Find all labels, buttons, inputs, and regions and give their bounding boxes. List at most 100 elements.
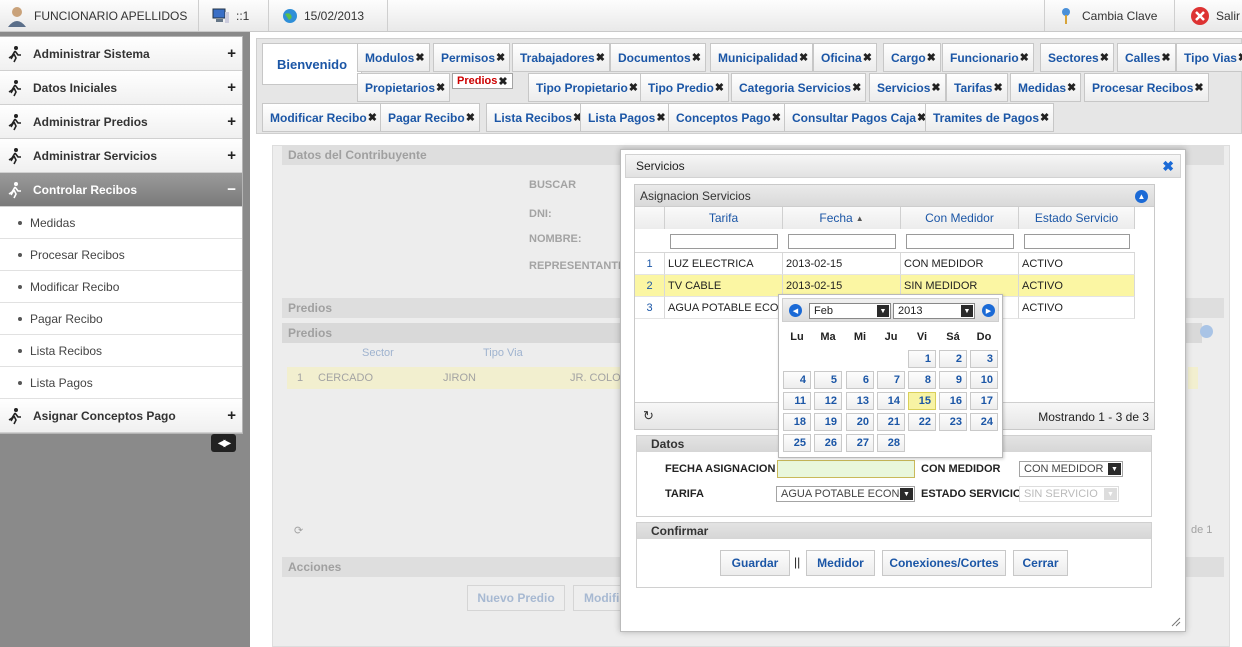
tab-lista-pagos[interactable]: Lista Pagos ✖ (580, 103, 671, 132)
tab-cargo[interactable]: Cargo ✖ (883, 43, 941, 72)
calendar-day[interactable]: 26 (814, 434, 842, 452)
col-medidor[interactable]: Con Medidor (901, 207, 1019, 229)
tab-medidas[interactable]: Medidas ✖ (1010, 73, 1082, 102)
tab-propietarios[interactable]: Propietarios ✖ (357, 73, 451, 102)
tab-categoria-servicios[interactable]: Categoria Servicios ✖ (731, 73, 867, 102)
close-tab-icon[interactable]: ✖ (715, 81, 724, 94)
close-tab-icon[interactable]: ✖ (629, 81, 638, 94)
close-tab-icon[interactable]: ✖ (692, 51, 701, 64)
tab-tipo-predio[interactable]: Tipo Predio ✖ (640, 73, 730, 102)
calendar-day[interactable]: 6 (846, 371, 874, 389)
calendar-day[interactable]: 1 (908, 350, 936, 368)
filter-fecha-input[interactable] (788, 234, 896, 249)
tab-modulos[interactable]: Modulos ✖ (357, 43, 430, 72)
close-tab-icon[interactable]: ✖ (852, 81, 861, 94)
table-row[interactable]: 1 LUZ ELECTRICA 2013-02-15 CON MEDIDOR ACTIV… (635, 253, 1135, 275)
tab-trabajadores[interactable]: Trabajadores ✖ (512, 43, 610, 72)
close-tab-icon[interactable]: ✖ (1040, 111, 1049, 124)
close-tab-icon[interactable]: ✖ (436, 81, 445, 94)
close-tab-icon[interactable]: ✖ (993, 81, 1002, 94)
close-tab-icon[interactable]: ✖ (1161, 51, 1170, 64)
prev-month-icon[interactable]: ◀ (789, 304, 802, 317)
close-tab-icon[interactable]: ✖ (466, 111, 475, 124)
calendar-day[interactable]: 17 (970, 392, 998, 410)
fecha-asignacion-input[interactable] (777, 460, 915, 478)
tab-consultar-pagos-caja[interactable]: Consultar Pagos Caja ✖ (784, 103, 932, 132)
tab-predios[interactable]: Predios ✖ (452, 73, 513, 89)
con-medidor-select[interactable]: CON MEDIDOR ▼ (1019, 461, 1123, 477)
modificar-button[interactable]: Modifi (573, 585, 621, 611)
calendar-day[interactable]: 22 (908, 413, 936, 431)
calendar-day[interactable]: 3 (970, 350, 998, 368)
tab-bienvenido[interactable]: Bienvenido (262, 43, 363, 85)
calendar-day[interactable]: 16 (939, 392, 967, 410)
calendar-day[interactable]: 7 (877, 371, 905, 389)
calendar-day[interactable]: 19 (814, 413, 842, 431)
menu-controlar-recibos[interactable]: Controlar Recibos − (0, 173, 242, 207)
sidebar-item-pagar-recibo[interactable]: Pagar Recibo (0, 303, 242, 335)
dialog-titlebar[interactable]: Servicios ✖ (625, 154, 1181, 178)
tab-documentos[interactable]: Documentos ✖ (610, 43, 706, 72)
tab-conceptos-pago[interactable]: Conceptos Pago ✖ (668, 103, 786, 132)
calendar-day[interactable]: 10 (970, 371, 998, 389)
sidebar-item-modificar-recibo[interactable]: Modificar Recibo (0, 271, 242, 303)
tab-lista-recibos[interactable]: Lista Recibos ✖ (486, 103, 588, 132)
tab-municipalidad[interactable]: Municipalidad ✖ (710, 43, 814, 72)
sidebar-item-medidas[interactable]: Medidas (0, 207, 242, 239)
calendar-day[interactable]: 23 (939, 413, 967, 431)
conexiones-cortes-button[interactable]: Conexiones/Cortes (882, 550, 1006, 576)
close-tab-icon[interactable]: ✖ (931, 81, 940, 94)
calendar-day[interactable]: 27 (846, 434, 874, 452)
tab-modificar-recibo[interactable]: Modificar Recibo ✖ (262, 103, 382, 132)
filter-tarifa-input[interactable] (670, 234, 778, 249)
close-tab-icon[interactable]: ✖ (1020, 51, 1029, 64)
calendar-day[interactable]: 12 (814, 392, 842, 410)
tab-permisos[interactable]: Permisos ✖ (433, 43, 511, 72)
tab-funcionario[interactable]: Funcionario ✖ (942, 43, 1034, 72)
close-tab-icon[interactable]: ✖ (772, 111, 781, 124)
resize-handle-icon[interactable] (1171, 617, 1181, 627)
close-tab-icon[interactable]: ✖ (799, 51, 808, 64)
sidebar-item-lista-pagos[interactable]: Lista Pagos (0, 367, 242, 399)
refresh-icon[interactable]: ↻ (643, 408, 654, 424)
calendar-day[interactable]: 13 (846, 392, 874, 410)
sidebar-item-procesar-recibos[interactable]: Procesar Recibos (0, 239, 242, 271)
calendar-day[interactable]: 21 (877, 413, 905, 431)
nuevo-predio-button[interactable]: Nuevo Predio (467, 585, 565, 611)
year-select[interactable]: 2013 ▼ (893, 303, 975, 319)
exit-link[interactable]: Salir (1190, 0, 1240, 31)
cerrar-button[interactable]: Cerrar (1013, 550, 1068, 576)
calendar-day[interactable]: 25 (783, 434, 811, 452)
tarifa-select[interactable]: AGUA POTABLE ECONO ▼ (776, 486, 915, 502)
sidebar-toggle-button[interactable]: ◀▶ (211, 434, 236, 452)
col-tarifa[interactable]: Tarifa (665, 207, 783, 229)
close-tab-icon[interactable]: ✖ (496, 51, 505, 64)
tab-oficina[interactable]: Oficina ✖ (813, 43, 877, 72)
tab-tipo-propietario[interactable]: Tipo Propietario ✖ (528, 73, 644, 102)
calendar-day[interactable]: 24 (970, 413, 998, 431)
close-tab-icon[interactable]: ✖ (498, 75, 507, 88)
calendar-day[interactable]: 9 (939, 371, 967, 389)
tab-pagar-recibo[interactable]: Pagar Recibo ✖ (380, 103, 480, 132)
calendar-day[interactable]: 18 (783, 413, 811, 431)
calendar-day[interactable]: 15 (908, 392, 936, 410)
next-month-icon[interactable]: ▶ (982, 304, 995, 317)
calendar-day[interactable]: 8 (908, 371, 936, 389)
tab-procesar-recibos[interactable]: Procesar Recibos ✖ (1084, 73, 1209, 102)
menu-admin-servicios[interactable]: Administrar Servicios + (0, 139, 242, 173)
menu-asignar-conceptos[interactable]: Asignar Conceptos Pago + (0, 399, 242, 433)
collapse-icon[interactable]: ▲ (1135, 190, 1148, 203)
filter-medidor-input[interactable] (906, 234, 1014, 249)
col-fecha[interactable]: Fecha ▲ (783, 207, 901, 229)
tab-sectores[interactable]: Sectores ✖ (1040, 43, 1114, 72)
col-estado[interactable]: Estado Servicio (1019, 207, 1135, 229)
close-tab-icon[interactable]: ✖ (1238, 51, 1242, 64)
tab-tipo-vias[interactable]: Tipo Vias✖ (1176, 43, 1242, 72)
close-tab-icon[interactable]: ✖ (415, 51, 424, 64)
change-password-link[interactable]: Cambia Clave (1060, 0, 1157, 31)
close-tab-icon[interactable]: ✖ (1194, 81, 1203, 94)
estado-servicio-select[interactable]: SIN SERVICIO ▼ (1019, 486, 1119, 502)
menu-datos-iniciales[interactable]: Datos Iniciales + (0, 71, 242, 105)
close-tab-icon[interactable]: ✖ (927, 51, 936, 64)
sidebar-item-lista-recibos[interactable]: Lista Recibos (0, 335, 242, 367)
